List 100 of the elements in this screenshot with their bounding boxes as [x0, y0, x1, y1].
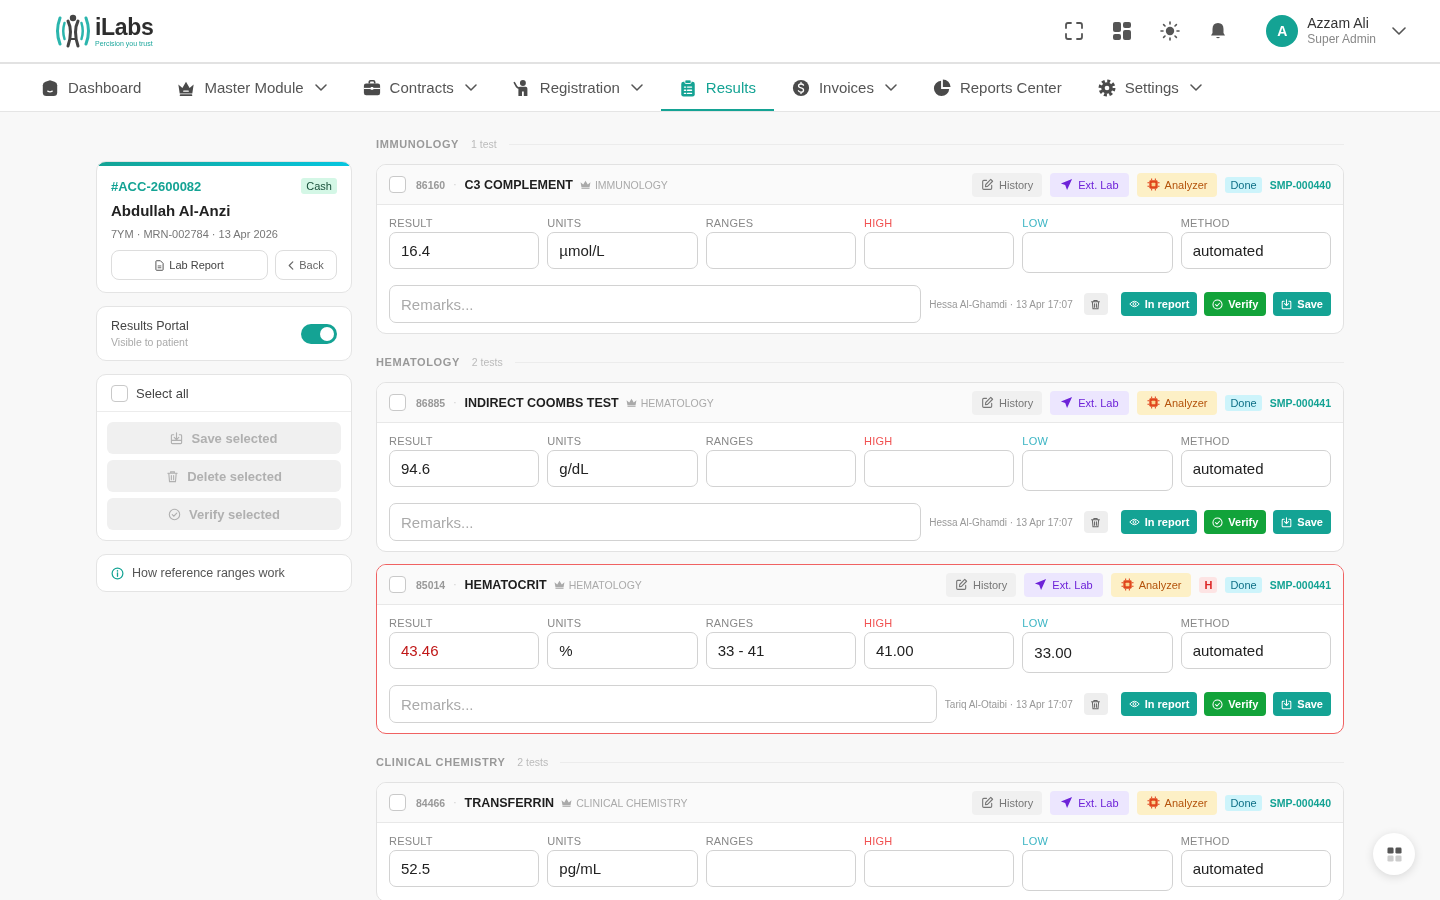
- field-label: HIGH: [864, 617, 894, 629]
- section-title: HEMATOLOGY: [376, 356, 460, 368]
- result-field[interactable]: 16.4: [389, 232, 540, 269]
- high-field[interactable]: 41.00: [864, 632, 1015, 669]
- back-button[interactable]: Back: [275, 250, 337, 280]
- pie-chart-icon: [932, 78, 951, 97]
- high-field[interactable]: [864, 232, 1015, 269]
- lab-report-button[interactable]: Lab Report: [111, 250, 268, 280]
- verify-button[interactable]: Verify: [1204, 510, 1267, 534]
- payment-badge: Cash: [301, 178, 337, 194]
- delete-button[interactable]: [1083, 693, 1108, 715]
- separator-dot: ·: [453, 797, 457, 808]
- result-field[interactable]: 94.6: [389, 450, 540, 487]
- field-label: LOW: [1022, 435, 1049, 447]
- method-field[interactable]: automated: [1180, 232, 1331, 269]
- ranges-field[interactable]: [705, 450, 856, 487]
- low-field[interactable]: 33.00: [1022, 632, 1173, 673]
- ext-lab-button[interactable]: Ext. Lab: [1050, 172, 1129, 197]
- separator-dot: ·: [453, 579, 457, 590]
- checkbox[interactable]: [389, 394, 406, 411]
- briefcase-icon: [362, 78, 381, 97]
- paper-plane-icon: [1060, 396, 1074, 409]
- result-field[interactable]: 43.46: [389, 632, 540, 669]
- checkbox[interactable]: [389, 794, 406, 811]
- history-button[interactable]: History: [972, 390, 1043, 415]
- remarks-field[interactable]: Remarks...: [389, 685, 937, 723]
- method-field[interactable]: automated: [1180, 632, 1331, 669]
- sun-icon[interactable]: [1160, 21, 1181, 41]
- crown-icon: [561, 798, 573, 807]
- analyzer-button[interactable]: Analyzer: [1136, 390, 1218, 415]
- units-field[interactable]: g/dL: [547, 450, 698, 487]
- sample-id: SMP-000441: [1269, 396, 1331, 409]
- remarks-field[interactable]: Remarks...: [389, 285, 922, 323]
- test-name: HEMATOCRIT: [464, 577, 547, 592]
- crown-icon: [625, 398, 637, 407]
- chevron-down-icon[interactable]: [1392, 27, 1406, 35]
- checkbox[interactable]: [389, 576, 406, 593]
- save-icon: [170, 431, 184, 445]
- nav-tab[interactable]: Contracts: [344, 64, 495, 111]
- verify-button[interactable]: Verify: [1204, 292, 1267, 316]
- ranges-field[interactable]: 33 - 41: [705, 632, 856, 669]
- flag-badge: H: [1199, 576, 1218, 593]
- user-name: Azzam Ali: [1307, 15, 1370, 33]
- crown-icon: [553, 580, 565, 589]
- nav-tab[interactable]: Dashboard: [23, 64, 160, 111]
- paper-plane-icon: [1060, 796, 1074, 809]
- low-field[interactable]: [1022, 850, 1173, 891]
- nav-tab[interactable]: Settings: [1079, 64, 1220, 111]
- ext-lab-button[interactable]: Ext. Lab: [1024, 572, 1103, 597]
- check-circle-icon: [1212, 698, 1224, 710]
- ext-lab-button[interactable]: Ext. Lab: [1050, 390, 1129, 415]
- checkbox[interactable]: [389, 176, 406, 193]
- analyzer-button[interactable]: Analyzer: [1136, 172, 1218, 197]
- apps-button[interactable]: [1373, 833, 1415, 875]
- verify-button[interactable]: Verify: [1204, 692, 1267, 716]
- history-button[interactable]: History: [972, 172, 1043, 197]
- paper-plane-icon: [1034, 578, 1048, 591]
- check-circle-icon: [1212, 298, 1224, 310]
- high-field[interactable]: [864, 450, 1015, 487]
- result-field[interactable]: 52.5: [389, 850, 540, 887]
- method-field[interactable]: automated: [1180, 450, 1331, 487]
- analyzer-button[interactable]: Analyzer: [1110, 572, 1192, 597]
- nav-tab[interactable]: Registration: [494, 64, 661, 111]
- ext-lab-button[interactable]: Ext. Lab: [1050, 790, 1129, 815]
- ranges-field[interactable]: [705, 850, 856, 887]
- low-field[interactable]: [1022, 450, 1173, 491]
- analyzer-button[interactable]: Analyzer: [1136, 790, 1218, 815]
- delete-button[interactable]: [1083, 511, 1108, 533]
- section-title: IMMUNOLOGY: [376, 138, 459, 150]
- ranges-field[interactable]: [705, 232, 856, 269]
- field-label: RESULT: [389, 617, 434, 629]
- portal-subtitle: Visible to patient: [111, 336, 189, 348]
- nav-tab[interactable]: Reports Center: [914, 64, 1080, 111]
- document-icon: [155, 259, 165, 271]
- info-icon: [111, 566, 124, 580]
- save-icon: [1281, 698, 1293, 710]
- grid-icon[interactable]: [1112, 21, 1133, 41]
- test-category: IMMUNOLOGY: [594, 178, 668, 191]
- history-button[interactable]: History: [972, 790, 1043, 815]
- toggle-switch[interactable]: [301, 323, 337, 344]
- history-button[interactable]: History: [946, 572, 1017, 597]
- select-all-label[interactable]: Select all: [136, 385, 189, 401]
- checkbox[interactable]: [111, 384, 128, 402]
- check-circle-icon: [1212, 516, 1224, 528]
- field-label: UNITS: [547, 217, 583, 229]
- help-link[interactable]: How reference ranges work: [96, 554, 352, 592]
- delete-button[interactable]: [1083, 293, 1108, 315]
- fullscreen-icon[interactable]: [1064, 21, 1085, 41]
- units-field[interactable]: %: [547, 632, 698, 669]
- units-field[interactable]: pg/mL: [547, 850, 698, 887]
- crown-icon: [579, 180, 591, 189]
- nav-tab[interactable]: Invoices: [773, 64, 915, 111]
- low-field[interactable]: [1022, 232, 1173, 273]
- nav-tab[interactable]: Master Module: [159, 64, 345, 111]
- field-label: LOW: [1022, 617, 1049, 629]
- method-field[interactable]: automated: [1180, 850, 1331, 887]
- remarks-field[interactable]: Remarks...: [389, 503, 922, 541]
- high-field[interactable]: [864, 850, 1015, 887]
- units-field[interactable]: µmol/L: [547, 232, 698, 269]
- test-category: CLINICAL CHEMISTRY: [576, 796, 688, 809]
